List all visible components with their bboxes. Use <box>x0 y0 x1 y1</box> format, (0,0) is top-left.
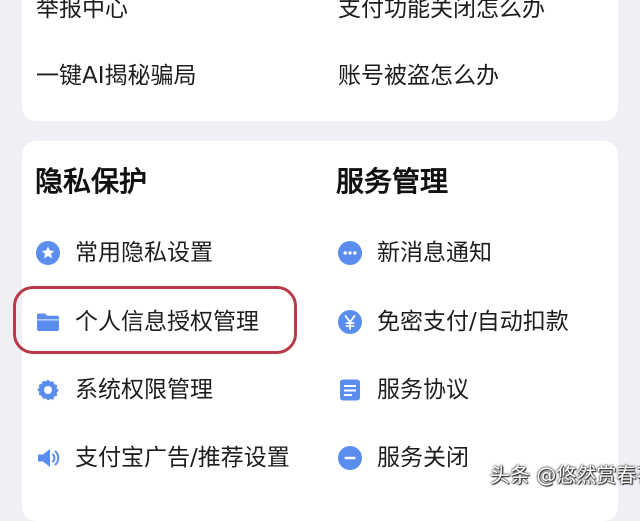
link-ai-scam-reveal[interactable]: 一键AI揭秘骗局 <box>36 61 197 91</box>
link-account-stolen-help[interactable]: 账号被盗怎么办 <box>338 61 499 91</box>
service-item-label: 免密支付/自动扣款 <box>377 309 569 335</box>
link-report-center[interactable]: 举报中心 <box>36 0 128 24</box>
gear-icon <box>36 378 60 402</box>
yen-icon <box>338 310 362 334</box>
speaker-icon <box>36 446 60 470</box>
highlight-annotation <box>13 286 297 354</box>
chat-bubble-icon <box>338 241 362 265</box>
document-icon <box>338 378 362 402</box>
service-section-title: 服务管理 <box>336 165 449 198</box>
privacy-section-title: 隐私保护 <box>35 165 148 198</box>
link-payment-closed-help[interactable]: 支付功能关闭怎么办 <box>338 0 545 24</box>
watermark-text: 头条 @悠然赏春花 <box>490 463 640 487</box>
privacy-item-label: 常用隐私设置 <box>75 240 213 266</box>
star-icon <box>36 241 60 265</box>
service-item-label: 新消息通知 <box>377 240 492 266</box>
service-item-label: 服务关闭 <box>377 445 469 471</box>
service-item-label: 服务协议 <box>377 377 469 403</box>
privacy-item-label: 系统权限管理 <box>75 377 213 403</box>
minus-circle-icon <box>338 446 362 470</box>
privacy-item-label: 支付宝广告/推荐设置 <box>75 445 290 471</box>
